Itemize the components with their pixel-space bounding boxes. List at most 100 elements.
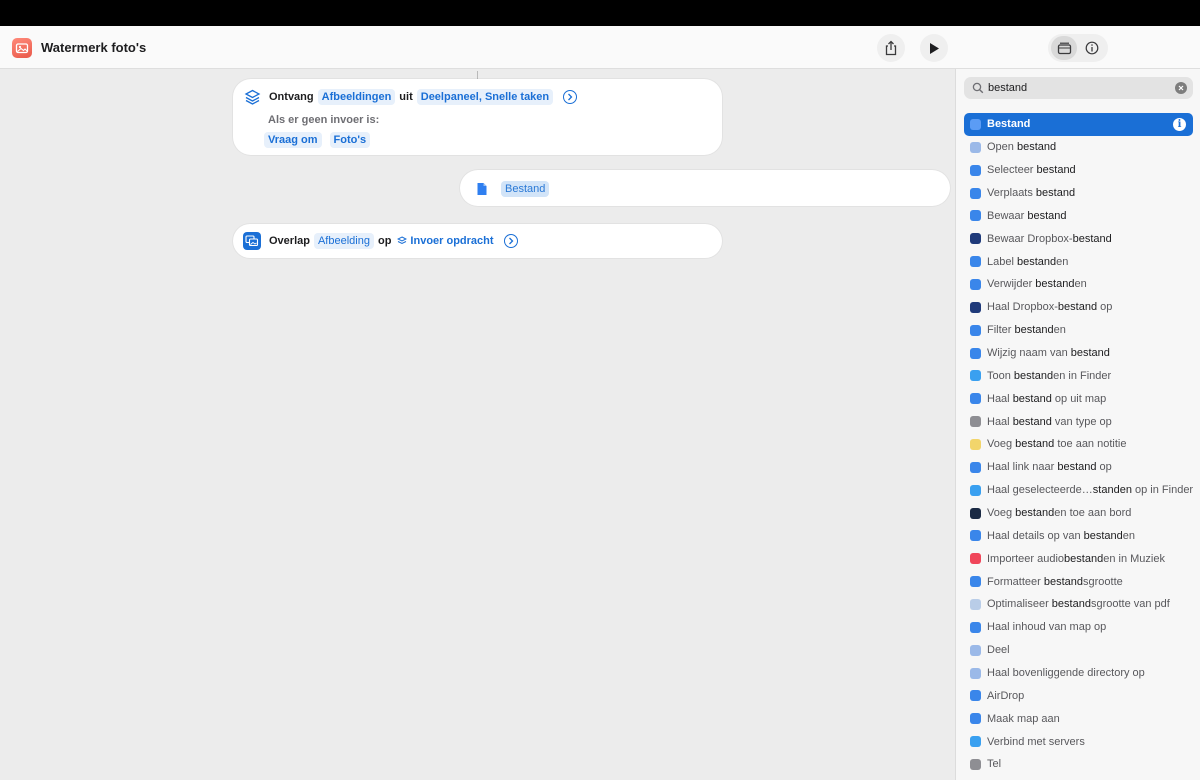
image-token[interactable]: Afbeelding bbox=[313, 233, 374, 249]
action-result-item[interactable]: Voeg bestand toe aan notitie bbox=[964, 433, 1193, 456]
action-result-item[interactable]: Label bestanden bbox=[964, 250, 1193, 273]
action-result-label: Importeer audiobestanden in Muziek bbox=[987, 553, 1165, 565]
action-result-item[interactable]: Maak map aan bbox=[964, 707, 1193, 730]
action-result-item[interactable]: Haal bestand op uit map bbox=[964, 387, 1193, 410]
action-icon bbox=[970, 484, 981, 496]
action-result-item[interactable]: Toon bestanden in Finder bbox=[964, 364, 1193, 387]
overlay-verb: Overlap bbox=[269, 235, 310, 247]
label-match: bestand bbox=[1016, 141, 1057, 154]
action-result-item[interactable]: Verbind met servers bbox=[964, 730, 1193, 753]
from-label: uit bbox=[399, 91, 413, 103]
label-match: bestand bbox=[1064, 552, 1104, 565]
action-icon bbox=[970, 278, 981, 290]
ask-for-token[interactable]: Vraag om bbox=[264, 132, 322, 148]
search-icon bbox=[972, 82, 984, 94]
action-icon bbox=[970, 324, 981, 336]
on-label: op bbox=[377, 235, 392, 247]
photos-token[interactable]: Foto's bbox=[329, 132, 371, 148]
label-text: en toe aan bord bbox=[1054, 507, 1132, 520]
action-result-label: Tel bbox=[987, 758, 1001, 770]
library-button[interactable] bbox=[1051, 36, 1077, 60]
label-text: op uit map bbox=[1051, 392, 1107, 405]
label-text: Haal Dropbox- bbox=[987, 301, 1058, 314]
action-result-item[interactable]: Haal Dropbox-bestand op bbox=[964, 296, 1193, 319]
label-text: op in Finder bbox=[1131, 484, 1194, 497]
label-match: bestand bbox=[1035, 187, 1076, 199]
action-icon bbox=[970, 621, 981, 633]
action-result-selected[interactable]: Bestand i bbox=[964, 113, 1193, 136]
action-result-item[interactable]: Deel bbox=[964, 639, 1193, 662]
action-icon bbox=[970, 187, 981, 199]
clear-search-button[interactable] bbox=[1175, 82, 1187, 94]
label-text: en in Muziek bbox=[1103, 552, 1165, 565]
chevron-right-icon bbox=[568, 93, 573, 101]
label-text: Verplaats bbox=[987, 187, 1036, 199]
shortcut-input-token[interactable]: Invoer opdracht bbox=[395, 233, 495, 249]
label-text: Haal bbox=[987, 415, 1013, 428]
action-icon bbox=[970, 370, 981, 382]
action-result-item[interactable]: Haal inhoud van map op bbox=[964, 616, 1193, 639]
label-text: sgrootte van pdf bbox=[1090, 598, 1170, 611]
share-button[interactable] bbox=[877, 34, 905, 62]
action-result-item[interactable]: Bewaar bestand bbox=[964, 204, 1193, 227]
action-icon bbox=[970, 553, 981, 565]
action-result-item[interactable]: Wijzig naam van bestand bbox=[964, 342, 1193, 365]
action-result-label: Filter bestanden bbox=[987, 324, 1066, 336]
expand-chevron-button[interactable] bbox=[563, 90, 578, 104]
action-icon bbox=[970, 141, 981, 153]
label-text: Tel bbox=[987, 758, 1002, 771]
details-button[interactable] bbox=[1079, 36, 1105, 60]
action-result-item[interactable]: Open bestand bbox=[964, 136, 1193, 159]
input-type-token[interactable]: Afbeeldingen bbox=[317, 89, 396, 105]
action-result-item[interactable]: AirDrop bbox=[964, 684, 1193, 707]
action-icon bbox=[970, 347, 981, 359]
overlay-chevron-button[interactable] bbox=[503, 234, 518, 248]
action-result-item[interactable]: Verplaats bestand bbox=[964, 182, 1193, 205]
library-icon bbox=[1057, 42, 1071, 55]
action-icon bbox=[970, 301, 981, 313]
action-result-label: Haal bovenliggende directory op bbox=[987, 667, 1145, 679]
action-icon bbox=[970, 644, 981, 656]
action-result-item[interactable]: Haal details op van bestanden bbox=[964, 524, 1193, 547]
label-text: Wijzig naam van bbox=[987, 347, 1071, 360]
action-result-label: Selecteer bestand bbox=[987, 164, 1076, 176]
overlay-image-icon bbox=[243, 232, 261, 250]
receive-verb: Ontvang bbox=[269, 91, 314, 103]
action-result-item[interactable]: Optimaliseer bestandsgrootte van pdf bbox=[964, 593, 1193, 616]
action-result-item[interactable]: Haal bovenliggende directory op bbox=[964, 662, 1193, 685]
info-icon[interactable]: i bbox=[1173, 118, 1186, 131]
action-result-label: Haal details op van bestanden bbox=[987, 530, 1135, 542]
top-black-bar bbox=[0, 0, 1200, 26]
action-search-field[interactable] bbox=[964, 77, 1193, 99]
action-result-item[interactable]: Haal geselecteerde…standen op in Finder bbox=[964, 479, 1193, 502]
action-result-item[interactable]: Filter bestanden bbox=[964, 319, 1193, 342]
action-result-item[interactable]: Importeer audiobestanden in Muziek bbox=[964, 547, 1193, 570]
action-result-item[interactable]: Tel bbox=[964, 753, 1193, 776]
action-result-item[interactable]: Voeg bestanden toe aan bord bbox=[964, 502, 1193, 525]
action-result-item[interactable]: Formatteer bestandsgrootte bbox=[964, 570, 1193, 593]
receive-input-action[interactable]: Ontvang Afbeeldingen uit Deelpaneel, Sne… bbox=[233, 79, 722, 155]
action-result-item[interactable]: Bewaar Dropbox-bestand bbox=[964, 227, 1193, 250]
label-text: Bewaar Dropbox- bbox=[987, 232, 1073, 245]
label-match: bestand bbox=[1012, 415, 1052, 428]
label-text: Haal inhoud van map op bbox=[987, 621, 1107, 634]
shortcut-app-icon bbox=[12, 38, 32, 58]
input-sources-token[interactable]: Deelpaneel, Snelle taken bbox=[416, 89, 554, 105]
action-result-label: Haal link naar bestand op bbox=[987, 461, 1112, 473]
action-result-item[interactable]: Selecteer bestand bbox=[964, 159, 1193, 182]
overlay-image-action[interactable]: Overlap Afbeelding op Invoer opdracht bbox=[233, 224, 722, 258]
file-action[interactable]: Bestand bbox=[460, 170, 950, 206]
run-button[interactable] bbox=[920, 34, 948, 62]
action-result-item[interactable]: Verwijder bestanden bbox=[964, 273, 1193, 296]
label-match: bestand bbox=[1070, 347, 1110, 360]
search-input[interactable] bbox=[988, 77, 1168, 99]
label-match: bestand bbox=[1036, 164, 1076, 177]
label-match: bestand bbox=[1083, 529, 1123, 542]
label-text: Selecteer bbox=[987, 164, 1037, 177]
action-result-item[interactable]: Haal bestand van type op bbox=[964, 410, 1193, 433]
label-text: Maak map aan bbox=[987, 712, 1060, 725]
action-result-item[interactable]: Haal link naar bestand op bbox=[964, 456, 1193, 479]
action-result-label: AirDrop bbox=[987, 690, 1024, 702]
file-token[interactable]: Bestand bbox=[501, 181, 550, 197]
action-result-label: Haal bestand van type op bbox=[987, 416, 1112, 428]
